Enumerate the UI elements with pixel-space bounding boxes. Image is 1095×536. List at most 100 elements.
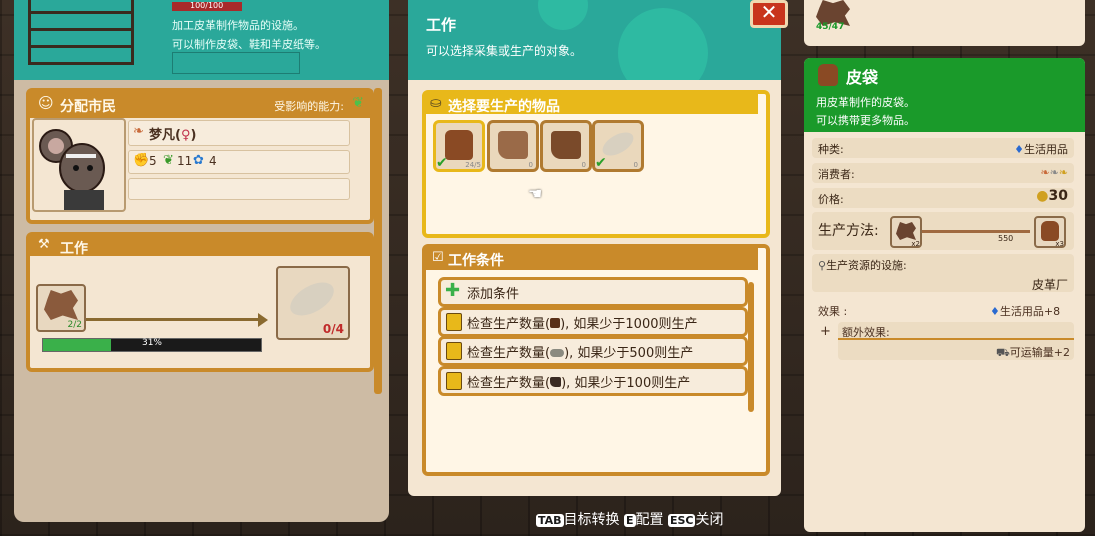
durability-bar: 100/100 (172, 1, 242, 11)
method-label: 生产方法: (818, 223, 879, 239)
output-count: 0/4 (322, 322, 344, 336)
effect-value: ♦生活用品+8 (990, 305, 1061, 318)
checkbox-icon: ☑ (432, 250, 444, 265)
dialog-subtitle: 可以选择采集或生产的对象。 (426, 44, 583, 58)
category-value: ♦生活用品 (1014, 143, 1068, 156)
input-count: 2/2 (67, 320, 82, 330)
output-slot[interactable]: 0/4 (276, 266, 350, 340)
product-select-title: 选择要生产的物品 (448, 99, 560, 115)
consumer-icons: ❧❧❧ (1040, 166, 1068, 179)
dialog-title: 工作 (426, 16, 457, 34)
hand-cursor-icon: ☚ (528, 184, 543, 203)
leather-icon (44, 290, 78, 320)
coin-icon: ● (1036, 188, 1049, 204)
selected-check-icon: ✔ (595, 155, 607, 171)
method-output-slot[interactable]: x3 (1034, 216, 1066, 248)
citizen-name: 梦凡(♀) (149, 128, 197, 143)
facility-name-field[interactable] (172, 52, 300, 74)
category-label: 种类: (818, 143, 844, 156)
header-decoration (538, 0, 588, 30)
bag-icon (445, 130, 473, 160)
work-dialog-header: 工作 可以选择采集或生产的对象。 (408, 0, 781, 80)
leaf-stat-icon: ❦ (163, 153, 174, 168)
left-scrollbar[interactable] (374, 88, 382, 394)
work-conditions-title: 工作条件 (448, 253, 504, 269)
tab-key[interactable]: TAB (536, 514, 564, 527)
leather-icon (896, 222, 916, 240)
input-slot[interactable]: 2/2 (36, 284, 86, 332)
esc-hint-label: 关闭 (695, 512, 724, 528)
product-parchment[interactable]: ✔ 0 (592, 120, 644, 172)
bag-icon (818, 64, 838, 86)
citizen-portrait[interactable] (32, 118, 126, 212)
product-count: 24/5 (465, 161, 481, 169)
key-hints: TAB 目标转换 E 配置 ESC 关闭 (536, 509, 723, 529)
resource-summary: 45/47 (804, 0, 1085, 46)
work-progress-bar: 31% (42, 338, 262, 352)
facility-description: 加工皮革制作物品的设施。 可以制作皮袋、鞋和羊皮纸等。 (172, 19, 326, 51)
method-input-slot[interactable]: x2 (890, 216, 922, 248)
leather-stock-count: 45/47 (816, 22, 845, 32)
esc-key[interactable]: ESC (667, 514, 696, 527)
price-label: 价格: (818, 193, 844, 206)
method-output-count: x3 (1055, 240, 1064, 248)
condition-row[interactable]: 检查生产数量(), 如果少于1000则生产 (438, 307, 748, 337)
extra-effect-value: ⛟可运输量+2 (995, 346, 1070, 359)
wood-icon: ❧ (133, 124, 144, 139)
close-icon: ✕ (760, 0, 778, 24)
category-row: 种类: ♦生活用品 (812, 138, 1074, 158)
facility-row: ⚲生产资源的设施: 皮革厂 (812, 254, 1074, 292)
item-info-header: 皮袋 用皮革制作的皮袋。 可以携带更多物品。 (804, 58, 1085, 132)
bag-icon (1041, 221, 1059, 241)
header-decoration (618, 8, 708, 80)
condition-row[interactable]: 检查生产数量(), 如果少于100则生产 (438, 366, 748, 396)
close-button[interactable]: ✕ (750, 0, 788, 28)
lock-icon (446, 372, 462, 390)
work-title-bar: ⚒ 工作 (30, 236, 370, 257)
stone-race-icon: ❧ (1049, 166, 1059, 179)
condition-row[interactable]: 检查生产数量(), 如果少于500则生产 (438, 336, 748, 366)
tab-hint-label: 目标转换 (563, 512, 620, 528)
assign-citizen-title-bar: ☺ 分配市民 受影响的能力: ❦ (30, 92, 370, 118)
product-boot-1[interactable]: 0 (487, 120, 539, 172)
cart-icon: ⛟ (995, 346, 1010, 359)
plus-icon: ✚ (445, 280, 461, 301)
assign-citizen-title: 分配市民 (60, 99, 116, 115)
conditions-scrollbar[interactable] (748, 282, 754, 412)
expand-icon[interactable]: + (820, 324, 831, 339)
mouse-avatar-icon (39, 129, 105, 210)
facility-label: ⚲生产资源的设施: (818, 259, 907, 272)
production-method-row: 生产方法: x2 550 x3 (812, 212, 1074, 250)
product-boot-2[interactable]: 0 (540, 120, 592, 172)
condition-text: 检查生产数量(), 如果少于1000则生产 (467, 317, 698, 332)
price-value: ●30 (1036, 188, 1068, 204)
product-bag[interactable]: ✔ 24/5 (433, 120, 485, 172)
method-arrow (922, 230, 1030, 233)
citizen-stats-row: ✊ 5 ❦ 11 ✿ 4 (128, 150, 350, 174)
method-input-count: x2 (911, 240, 920, 248)
item-stack-icon: ⛀ (430, 95, 442, 111)
consumer-label: 消费者: (818, 168, 855, 181)
wood-race-icon: ❧ (1040, 166, 1050, 179)
arrow-head-icon (258, 313, 268, 327)
add-condition-button[interactable]: ✚ 添加条件 (438, 277, 748, 307)
effect-label: 效果 : (818, 305, 848, 318)
product-select-title-bar: ⛀ 选择要生产的物品 (426, 94, 758, 115)
add-condition-label: 添加条件 (467, 287, 520, 302)
boot-icon (551, 131, 581, 159)
e-key[interactable]: E (624, 514, 636, 527)
product-count: 0 (581, 161, 586, 169)
extra-effect-box: 额外效果: ⛟可运输量+2 (838, 322, 1074, 360)
work-title: 工作 (60, 241, 88, 257)
leaf-icon: ❦ (352, 95, 364, 111)
item-desc-2: 可以携带更多物品。 (816, 114, 915, 127)
bag-icon (550, 318, 561, 328)
citizen-name-row[interactable]: ❧ 梦凡(♀) (128, 120, 350, 146)
work-progress-label: 31% (141, 338, 162, 348)
item-desc-1: 用皮革制作的皮袋。 (816, 96, 915, 109)
lock-icon (446, 313, 462, 331)
boot-icon (550, 377, 562, 387)
work-arrow (86, 318, 262, 321)
selected-check-icon: ✔ (436, 155, 448, 171)
item-title: 皮袋 (846, 68, 879, 87)
